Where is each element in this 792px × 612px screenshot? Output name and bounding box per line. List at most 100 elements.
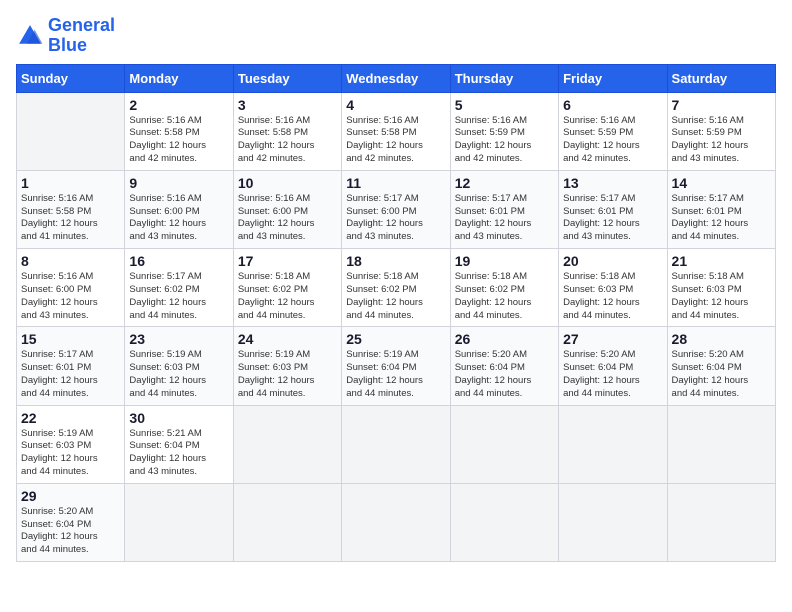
calendar-day-cell: 3 Sunrise: 5:16 AMSunset: 5:58 PMDaylight… <box>233 92 341 170</box>
empty-cell <box>559 483 667 561</box>
calendar-week-row: 15Sunrise: 5:17 AMSunset: 6:01 PMDayligh… <box>17 327 776 405</box>
calendar-day-cell: 14 Sunrise: 5:17 AMSunset: 6:01 PMDayligh… <box>667 170 775 248</box>
day-info: Sunrise: 5:16 AMSunset: 5:59 PMDaylight:… <box>563 115 662 166</box>
calendar-table: SundayMondayTuesdayWednesdayThursdayFrid… <box>16 64 776 563</box>
day-info: Sunrise: 5:16 AMSunset: 6:00 PMDaylight:… <box>129 193 228 244</box>
calendar-day-cell: 27Sunrise: 5:20 AMSunset: 6:04 PMDayligh… <box>559 327 667 405</box>
day-info: Sunrise: 5:19 AMSunset: 6:03 PMDaylight:… <box>21 428 120 479</box>
calendar-day-cell: 24 Sunrise: 5:19 AMSunset: 6:03 PMDayligh… <box>233 327 341 405</box>
empty-cell <box>667 405 775 483</box>
calendar-day-cell: 23 Sunrise: 5:19 AMSunset: 6:03 PMDayligh… <box>125 327 233 405</box>
calendar-day-cell: 7Sunrise: 5:16 AMSunset: 5:59 PMDaylight… <box>667 92 775 170</box>
day-number: 25 <box>346 331 445 347</box>
calendar-day-cell: 2 Sunrise: 5:16 AMSunset: 5:58 PMDaylight… <box>125 92 233 170</box>
page-header: General Blue <box>16 16 776 56</box>
day-info: Sunrise: 5:16 AMSunset: 5:59 PMDaylight:… <box>672 115 771 166</box>
day-number: 21 <box>672 253 771 269</box>
calendar-day-cell: 19Sunrise: 5:18 AMSunset: 6:02 PMDayligh… <box>450 249 558 327</box>
day-number: 12 <box>455 175 554 191</box>
day-info: Sunrise: 5:17 AMSunset: 6:01 PMDaylight:… <box>672 193 771 244</box>
day-info: Sunrise: 5:16 AMSunset: 5:59 PMDaylight:… <box>455 115 554 166</box>
day-info: Sunrise: 5:20 AMSunset: 6:04 PMDaylight:… <box>455 349 554 400</box>
day-number: 26 <box>455 331 554 347</box>
empty-cell <box>233 483 341 561</box>
day-info: Sunrise: 5:17 AMSunset: 6:02 PMDaylight:… <box>129 271 228 322</box>
header-cell-friday: Friday <box>559 64 667 92</box>
empty-cell <box>17 92 125 170</box>
calendar-day-cell: 16 Sunrise: 5:17 AMSunset: 6:02 PMDayligh… <box>125 249 233 327</box>
calendar-day-cell: 20Sunrise: 5:18 AMSunset: 6:03 PMDayligh… <box>559 249 667 327</box>
day-number: 2 <box>129 97 228 113</box>
day-number: 9 <box>129 175 228 191</box>
day-info: Sunrise: 5:17 AMSunset: 6:01 PMDaylight:… <box>563 193 662 244</box>
calendar-day-cell: 6 Sunrise: 5:16 AMSunset: 5:59 PMDaylight… <box>559 92 667 170</box>
calendar-week-row: 2 Sunrise: 5:16 AMSunset: 5:58 PMDaylight… <box>17 92 776 170</box>
day-info: Sunrise: 5:17 AMSunset: 6:01 PMDaylight:… <box>21 349 120 400</box>
day-number: 27 <box>563 331 662 347</box>
calendar-day-cell: 1 Sunrise: 5:16 AMSunset: 5:58 PMDaylight… <box>17 170 125 248</box>
day-number: 13 <box>563 175 662 191</box>
header-cell-tuesday: Tuesday <box>233 64 341 92</box>
day-info: Sunrise: 5:19 AMSunset: 6:03 PMDaylight:… <box>129 349 228 400</box>
day-number: 22 <box>21 410 120 426</box>
day-number: 5 <box>455 97 554 113</box>
calendar-day-cell: 8Sunrise: 5:16 AMSunset: 6:00 PMDaylight… <box>17 249 125 327</box>
calendar-day-cell: 28Sunrise: 5:20 AMSunset: 6:04 PMDayligh… <box>667 327 775 405</box>
header-cell-sunday: Sunday <box>17 64 125 92</box>
header-cell-wednesday: Wednesday <box>342 64 450 92</box>
day-number: 18 <box>346 253 445 269</box>
header-row: SundayMondayTuesdayWednesdayThursdayFrid… <box>17 64 776 92</box>
day-number: 6 <box>563 97 662 113</box>
calendar-week-row: 29Sunrise: 5:20 AMSunset: 6:04 PMDayligh… <box>17 483 776 561</box>
calendar-week-row: 22 Sunrise: 5:19 AMSunset: 6:03 PMDayligh… <box>17 405 776 483</box>
day-number: 23 <box>129 331 228 347</box>
day-number: 17 <box>238 253 337 269</box>
header-cell-monday: Monday <box>125 64 233 92</box>
day-number: 24 <box>238 331 337 347</box>
calendar-day-cell: 21 Sunrise: 5:18 AMSunset: 6:03 PMDayligh… <box>667 249 775 327</box>
day-number: 3 <box>238 97 337 113</box>
day-info: Sunrise: 5:18 AMSunset: 6:02 PMDaylight:… <box>455 271 554 322</box>
calendar-day-cell: 17 Sunrise: 5:18 AMSunset: 6:02 PMDayligh… <box>233 249 341 327</box>
calendar-day-cell: 25 Sunrise: 5:19 AMSunset: 6:04 PMDayligh… <box>342 327 450 405</box>
day-info: Sunrise: 5:17 AMSunset: 6:01 PMDaylight:… <box>455 193 554 244</box>
calendar-day-cell: 13 Sunrise: 5:17 AMSunset: 6:01 PMDayligh… <box>559 170 667 248</box>
empty-cell <box>342 405 450 483</box>
day-number: 4 <box>346 97 445 113</box>
day-number: 14 <box>672 175 771 191</box>
day-info: Sunrise: 5:16 AMSunset: 6:00 PMDaylight:… <box>21 271 120 322</box>
calendar-day-cell: 26 Sunrise: 5:20 AMSunset: 6:04 PMDayligh… <box>450 327 558 405</box>
logo: General Blue <box>16 16 115 56</box>
calendar-day-cell: 15Sunrise: 5:17 AMSunset: 6:01 PMDayligh… <box>17 327 125 405</box>
calendar-day-cell: 9 Sunrise: 5:16 AMSunset: 6:00 PMDaylight… <box>125 170 233 248</box>
empty-cell <box>667 483 775 561</box>
empty-cell <box>233 405 341 483</box>
day-info: Sunrise: 5:19 AMSunset: 6:04 PMDaylight:… <box>346 349 445 400</box>
day-info: Sunrise: 5:18 AMSunset: 6:02 PMDaylight:… <box>238 271 337 322</box>
day-info: Sunrise: 5:21 AMSunset: 6:04 PMDaylight:… <box>129 428 228 479</box>
logo-icon <box>16 22 44 50</box>
day-info: Sunrise: 5:16 AMSunset: 6:00 PMDaylight:… <box>238 193 337 244</box>
day-info: Sunrise: 5:16 AMSunset: 5:58 PMDaylight:… <box>129 115 228 166</box>
calendar-week-row: 1 Sunrise: 5:16 AMSunset: 5:58 PMDaylight… <box>17 170 776 248</box>
calendar-day-cell: 22 Sunrise: 5:19 AMSunset: 6:03 PMDayligh… <box>17 405 125 483</box>
day-info: Sunrise: 5:20 AMSunset: 6:04 PMDaylight:… <box>21 506 120 557</box>
day-info: Sunrise: 5:16 AMSunset: 5:58 PMDaylight:… <box>238 115 337 166</box>
day-number: 11 <box>346 175 445 191</box>
calendar-day-cell: 18 Sunrise: 5:18 AMSunset: 6:02 PMDayligh… <box>342 249 450 327</box>
calendar-day-cell: 11Sunrise: 5:17 AMSunset: 6:00 PMDayligh… <box>342 170 450 248</box>
empty-cell <box>342 483 450 561</box>
day-info: Sunrise: 5:19 AMSunset: 6:03 PMDaylight:… <box>238 349 337 400</box>
header-cell-thursday: Thursday <box>450 64 558 92</box>
empty-cell <box>125 483 233 561</box>
calendar-day-cell: 12 Sunrise: 5:17 AMSunset: 6:01 PMDayligh… <box>450 170 558 248</box>
day-info: Sunrise: 5:18 AMSunset: 6:02 PMDaylight:… <box>346 271 445 322</box>
logo-text: General Blue <box>48 16 115 56</box>
day-number: 30 <box>129 410 228 426</box>
day-info: Sunrise: 5:18 AMSunset: 6:03 PMDaylight:… <box>672 271 771 322</box>
day-number: 1 <box>21 175 120 191</box>
calendar-day-cell: 5 Sunrise: 5:16 AMSunset: 5:59 PMDaylight… <box>450 92 558 170</box>
day-number: 16 <box>129 253 228 269</box>
day-info: Sunrise: 5:16 AMSunset: 5:58 PMDaylight:… <box>346 115 445 166</box>
day-info: Sunrise: 5:16 AMSunset: 5:58 PMDaylight:… <box>21 193 120 244</box>
